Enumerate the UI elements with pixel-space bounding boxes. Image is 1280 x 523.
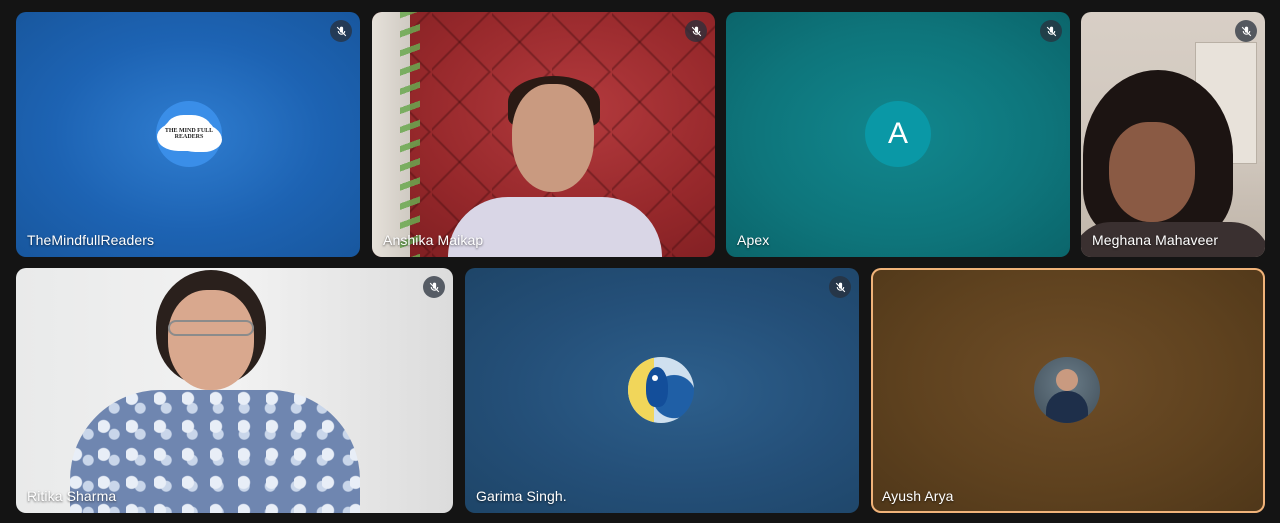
mic-off-icon: [330, 20, 352, 42]
avatar-person-body: [1046, 391, 1088, 423]
mic-off-icon: [685, 20, 707, 42]
video-plant: [400, 12, 420, 257]
profile-photo-avatar: [1034, 357, 1100, 423]
participant-name: Ayush Arya: [882, 488, 954, 504]
video-person-face: [512, 84, 594, 192]
mic-off-icon: [423, 276, 445, 298]
participant-tile-anshika-maikap[interactable]: Anshika Maikap: [372, 12, 715, 257]
participant-tile-apex[interactable]: A Apex: [726, 12, 1070, 257]
participant-tile-ritika-sharma[interactable]: Ritika Sharma: [16, 268, 453, 513]
cloud-logo-icon: THE MIND FULL READERS: [162, 117, 216, 151]
video-person-face: [168, 290, 254, 390]
avatar: A: [865, 101, 931, 167]
participant-tile-themindfullreaders[interactable]: THE MIND FULL READERS TheMindfullReaders: [16, 12, 360, 257]
participant-tile-ayush-arya[interactable]: Ayush Arya: [871, 268, 1265, 513]
video-person-shirt: [448, 197, 662, 257]
avatar-logo-text: THE MIND FULL READERS: [164, 128, 214, 140]
video-person-glasses: [168, 320, 254, 336]
participant-name: Ritika Sharma: [27, 488, 117, 504]
mic-off-icon: [1040, 20, 1062, 42]
participant-name: Garima Singh.: [476, 488, 567, 504]
video-person-face: [1109, 122, 1195, 222]
peacock-eye: [652, 375, 658, 381]
participant-name: Apex: [737, 232, 770, 248]
mic-off-icon: [829, 276, 851, 298]
peacock-avatar-icon: [628, 357, 694, 423]
participant-name: TheMindfullReaders: [27, 232, 155, 248]
participant-tile-meghana-mahaveer[interactable]: Meghana Mahaveer: [1081, 12, 1265, 257]
participant-name: Anshika Maikap: [383, 232, 484, 248]
participant-name: Meghana Mahaveer: [1092, 232, 1219, 248]
avatar: THE MIND FULL READERS: [156, 101, 222, 167]
participant-tile-garima-singh[interactable]: Garima Singh.: [465, 268, 859, 513]
peacock-body: [646, 367, 668, 407]
avatar-person-head: [1056, 369, 1078, 391]
mic-off-icon: [1235, 20, 1257, 42]
